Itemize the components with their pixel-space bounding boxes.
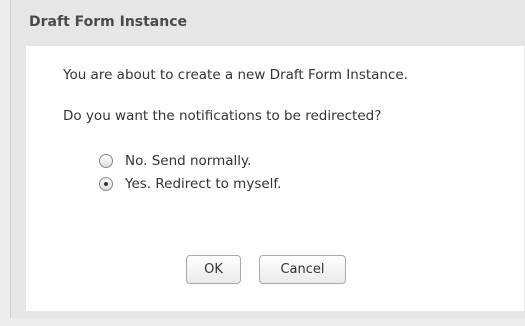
- ok-button[interactable]: OK: [186, 255, 241, 284]
- radio-send-normally[interactable]: [99, 154, 113, 168]
- dialog-content: You are about to create a new Draft Form…: [26, 46, 524, 311]
- dialog-message: You are about to create a new Draft Form…: [63, 67, 409, 83]
- option-send-normally[interactable]: No. Send normally.: [99, 151, 251, 171]
- option-redirect-to-myself-label: Yes. Redirect to myself.: [125, 176, 282, 192]
- dialog-question: Do you want the notifications to be redi…: [63, 108, 382, 124]
- radio-redirect-to-myself[interactable]: [99, 177, 113, 191]
- cancel-button[interactable]: Cancel: [259, 255, 346, 284]
- option-redirect-to-myself[interactable]: Yes. Redirect to myself.: [99, 174, 281, 194]
- draft-form-dialog: Draft Form Instance You are about to cre…: [10, 0, 525, 318]
- dialog-title: Draft Form Instance: [29, 14, 188, 30]
- option-send-normally-label: No. Send normally.: [125, 153, 252, 169]
